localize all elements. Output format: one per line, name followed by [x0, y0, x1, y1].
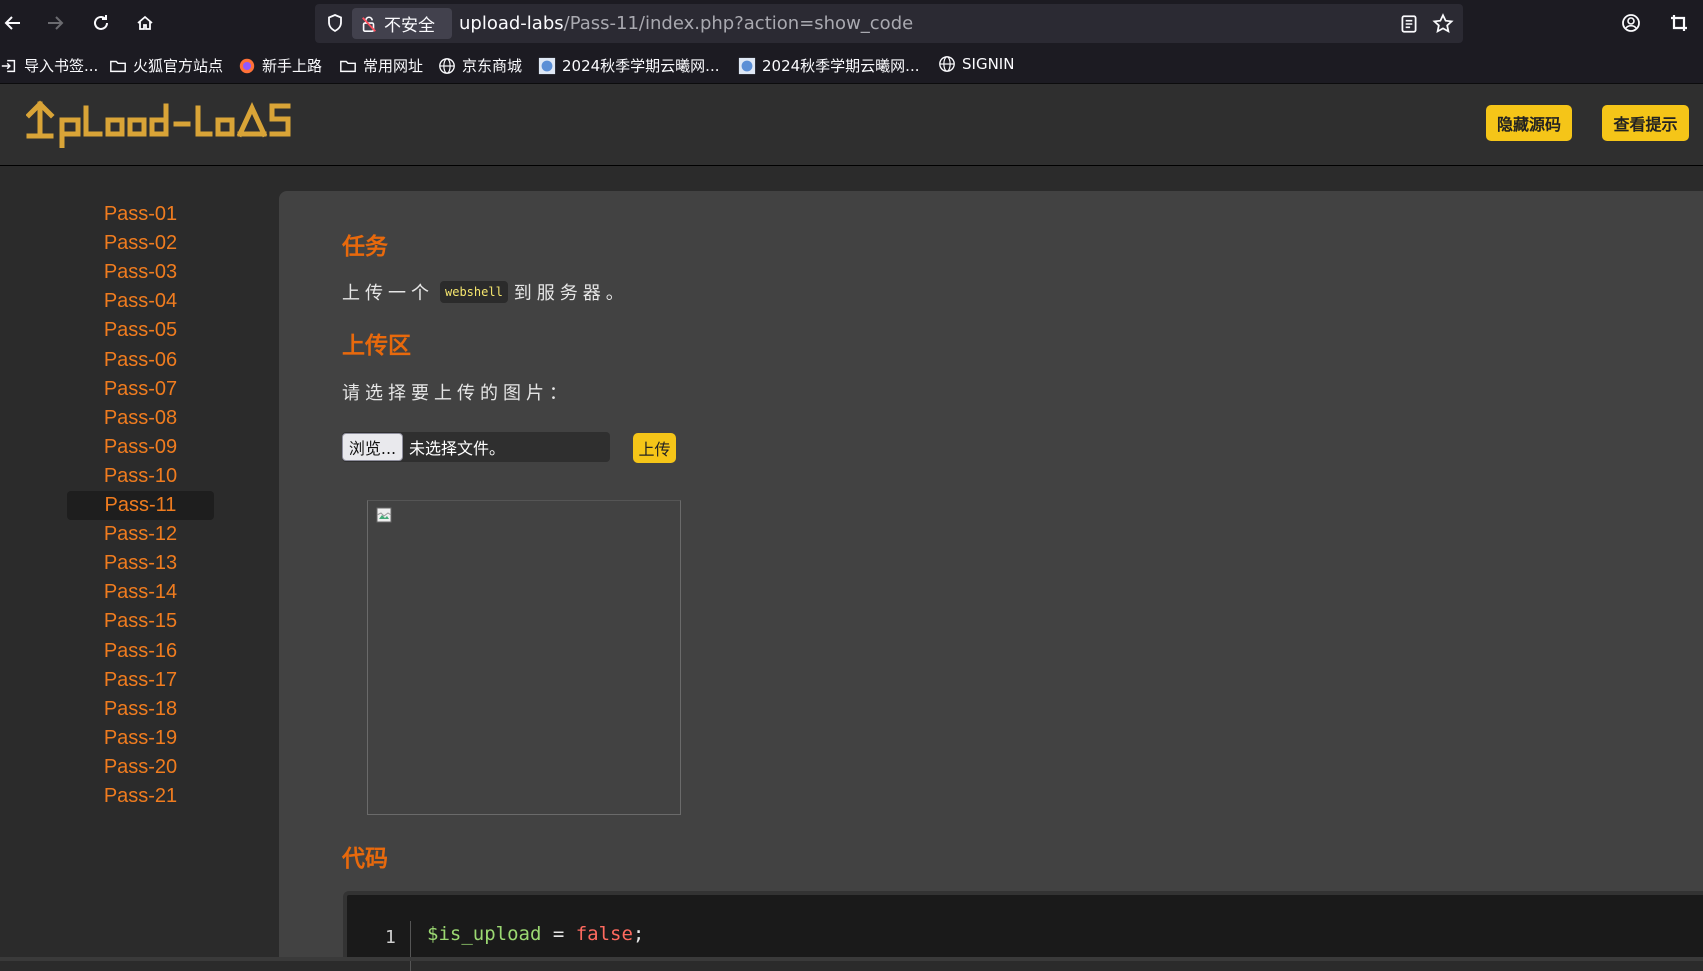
code-heading: 代码: [342, 846, 388, 872]
upload-labs-logo[interactable]: [25, 98, 311, 152]
code-value: false: [575, 923, 633, 945]
code-gutter: [410, 921, 411, 971]
view-hint-button[interactable]: 查看提示: [1602, 105, 1689, 141]
bookmark-import[interactable]: 导入书签...: [0, 55, 98, 76]
bookmark-jd[interactable]: 京东商城: [438, 55, 522, 76]
reader-view-icon[interactable]: [1398, 13, 1420, 35]
shield-icon[interactable]: [325, 13, 345, 33]
reload-icon[interactable]: [88, 10, 114, 36]
code-var: $is_upload: [427, 923, 542, 945]
firefox-icon: [239, 58, 255, 73]
url-host: upload-labs: [459, 13, 564, 34]
url-path: /Pass-11/index.php?action=show_code: [563, 13, 914, 34]
task-description: 上传一个 webshell 到服务器。: [342, 279, 629, 305]
broken-lock-icon: [362, 16, 376, 32]
sidebar-item-pass-07[interactable]: Pass-07: [67, 375, 214, 404]
bookmark-label: 新手上路: [262, 57, 323, 75]
sidebar-item-pass-08[interactable]: Pass-08: [67, 404, 214, 433]
bookmark-yunxi-1[interactable]: 2024秋季学期云曦网...: [538, 55, 719, 76]
sidebar-item-pass-18[interactable]: Pass-18: [67, 695, 214, 724]
file-input[interactable]: 浏览... 未选择文件。: [342, 432, 610, 462]
sidebar-item-pass-10[interactable]: Pass-10: [67, 462, 214, 491]
folder-icon: [110, 60, 126, 72]
import-icon: [1, 59, 16, 72]
sidebar-item-pass-01[interactable]: Pass-01: [67, 200, 214, 229]
task-text-before: 上传一个: [342, 283, 434, 304]
bookmark-getting-started[interactable]: 新手上路: [238, 55, 322, 76]
account-icon[interactable]: [1618, 10, 1644, 36]
hide-source-button[interactable]: 隐藏源码: [1486, 105, 1572, 141]
url-bar[interactable]: 不安全 upload-labs/Pass-11/index.php?action…: [315, 4, 1463, 43]
bookmark-label: SIGNIN: [962, 55, 1015, 73]
code-end: ;: [632, 923, 645, 945]
browse-button[interactable]: 浏览...: [342, 433, 403, 461]
bookmarks-bar: 导入书签... 火狐官方站点 新手上路 常用网址 京东商城 2024秋季学期云曦…: [0, 46, 1703, 84]
sidebar-item-pass-19[interactable]: Pass-19: [67, 724, 214, 753]
sidebar-item-pass-17[interactable]: Pass-17: [67, 666, 214, 695]
site-favicon: [738, 57, 756, 74]
sidebar-item-pass-09[interactable]: Pass-09: [67, 433, 214, 462]
bookmark-label: 火狐官方站点: [133, 57, 224, 75]
sidebar-item-pass-11[interactable]: Pass-11: [67, 491, 214, 520]
insecure-badge[interactable]: 不安全: [352, 8, 452, 39]
bookmark-label: 导入书签...: [24, 57, 99, 75]
webshell-code: webshell: [440, 281, 508, 303]
sidebar-item-pass-04[interactable]: Pass-04: [67, 287, 214, 316]
upload-button[interactable]: 上传: [633, 433, 676, 463]
logo-graphic: [25, 100, 291, 149]
bookmark-star-icon[interactable]: [1432, 13, 1454, 35]
sidebar-item-pass-02[interactable]: Pass-02: [67, 229, 214, 258]
folder-icon: [340, 60, 356, 72]
sidebar-item-pass-14[interactable]: Pass-14: [67, 578, 214, 607]
home-icon[interactable]: [132, 10, 158, 36]
sidebar-item-pass-13[interactable]: Pass-13: [67, 549, 214, 578]
globe-icon: [439, 57, 455, 74]
bookmark-label: 京东商城: [462, 57, 523, 75]
task-text-after: 到服务器。: [513, 283, 629, 304]
sidebar-item-pass-06[interactable]: Pass-06: [67, 346, 214, 375]
crop-icon[interactable]: [1666, 10, 1692, 36]
bookmark-signin[interactable]: SIGNIN: [938, 55, 1014, 73]
no-file-label: 未选择文件。: [409, 439, 506, 458]
bookmark-yunxi-2[interactable]: 2024秋季学期云曦网...: [738, 55, 919, 76]
insecure-label: 不安全: [384, 16, 435, 36]
sidebar-item-pass-12[interactable]: Pass-12: [67, 520, 214, 549]
sidebar-item-pass-21[interactable]: Pass-21: [67, 782, 214, 811]
forward-icon[interactable]: [42, 10, 68, 36]
site-favicon: [538, 57, 556, 74]
code-line: $is_upload = false;: [427, 923, 644, 945]
back-icon[interactable]: [0, 10, 26, 36]
bookmark-label: 常用网址: [363, 57, 424, 75]
sidebar-item-pass-20[interactable]: Pass-20: [67, 753, 214, 782]
url-text[interactable]: upload-labs/Pass-11/index.php?action=sho…: [459, 13, 913, 34]
bookmark-common-sites[interactable]: 常用网址: [339, 55, 423, 76]
sidebar-item-pass-03[interactable]: Pass-03: [67, 258, 214, 287]
globe-icon: [939, 56, 955, 72]
sidebar-item-pass-15[interactable]: Pass-15: [67, 607, 214, 636]
sidebar-item-pass-16[interactable]: Pass-16: [67, 637, 214, 666]
bookmark-label: 2024秋季学期云曦网...: [562, 57, 720, 75]
line-number: 1: [385, 927, 396, 948]
bookmark-label: 2024秋季学期云曦网...: [762, 57, 920, 75]
bookmark-firefox-site[interactable]: 火狐官方站点: [109, 55, 223, 76]
horizontal-scrollbar[interactable]: [0, 957, 1703, 961]
code-op: =: [541, 923, 576, 945]
sidebar-item-pass-05[interactable]: Pass-05: [67, 316, 214, 345]
broken-image-icon: [376, 507, 392, 523]
source-code-block: 1 $is_upload = false;: [343, 891, 1703, 971]
image-preview: [367, 500, 681, 815]
task-heading: 任务: [342, 234, 388, 260]
browser-toolbar: 不安全 upload-labs/Pass-11/index.php?action…: [0, 0, 1703, 46]
upload-heading: 上传区: [342, 333, 411, 359]
upload-prompt: 请选择要上传的图片：: [342, 383, 572, 404]
